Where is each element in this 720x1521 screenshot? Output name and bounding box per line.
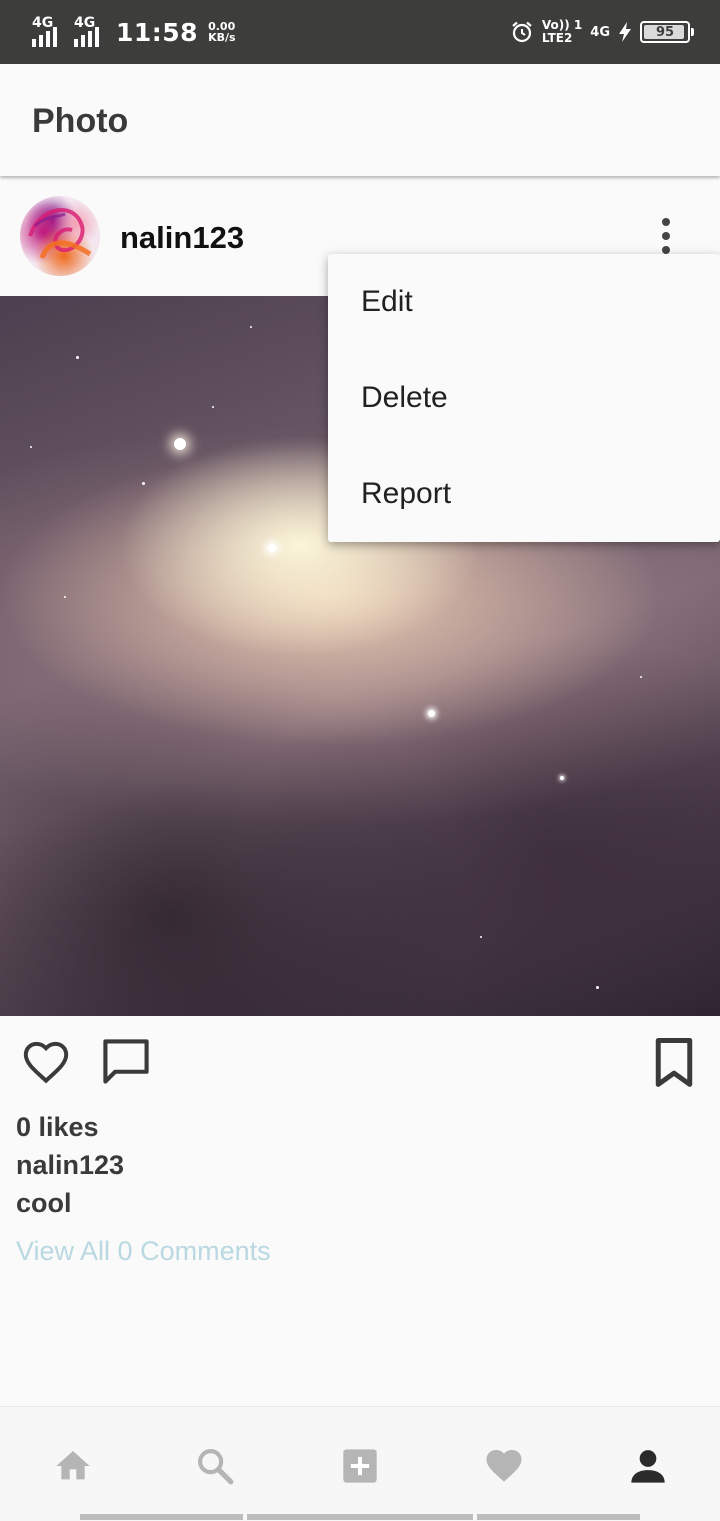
speed-unit: KB/s (208, 31, 236, 44)
battery-level: 95 (655, 24, 675, 40)
battery-icon: 95 (640, 21, 694, 43)
nav-profile[interactable] (623, 1441, 673, 1491)
clock: 11:58 (116, 17, 199, 47)
avatar[interactable] (20, 196, 100, 276)
view-comments-link[interactable]: View All 0 Comments (16, 1236, 271, 1267)
signal-strength-icon: 4G (32, 15, 64, 47)
like-heart-icon[interactable] (20, 1038, 72, 1088)
caption-username[interactable]: nalin123 (16, 1150, 124, 1181)
nav-search[interactable] (190, 1441, 240, 1491)
add-box-icon (343, 1449, 377, 1483)
bookmark-icon[interactable] (650, 1036, 698, 1090)
comment-icon[interactable] (100, 1036, 152, 1088)
menu-item-delete[interactable]: Delete (328, 350, 720, 446)
signal-strength-icon: 4G (74, 15, 106, 47)
charging-icon (619, 22, 631, 42)
post-actions (0, 1016, 720, 1116)
nav-add-post[interactable] (335, 1441, 385, 1491)
page-title: Photo (32, 102, 129, 140)
post-options-menu: Edit Delete Report (328, 254, 720, 542)
bottom-navigation (0, 1406, 720, 1521)
network-type: 4G (590, 24, 610, 40)
avatar-art (28, 208, 92, 260)
alarm-icon (512, 21, 532, 43)
network-speed: 0.00 KB/s (208, 21, 235, 43)
person-icon (631, 1450, 665, 1483)
search-icon (198, 1449, 234, 1485)
heart-icon (486, 1449, 522, 1482)
gesture-bar-right (477, 1514, 640, 1520)
caption-text: cool (16, 1188, 72, 1218)
menu-item-edit[interactable]: Edit (328, 254, 720, 350)
menu-item-report[interactable]: Report (328, 446, 720, 542)
nav-activity[interactable] (479, 1441, 529, 1491)
likes-count: 0 likes (16, 1112, 99, 1142)
post-username[interactable]: nalin123 (120, 220, 244, 256)
volte-indicator: Vo)) 1 LTE2 (542, 19, 582, 45)
nav-home[interactable] (48, 1441, 98, 1491)
status-bar: 4G 4G 11:58 0.00 KB/s Vo)) 1 LTE2 4G 95 (0, 0, 720, 64)
volte-bottom: LTE2 (541, 31, 573, 45)
gesture-bar-center (247, 1514, 473, 1520)
gesture-bar-left (80, 1514, 243, 1520)
app-bar: Photo (0, 64, 720, 176)
home-icon (56, 1451, 90, 1480)
